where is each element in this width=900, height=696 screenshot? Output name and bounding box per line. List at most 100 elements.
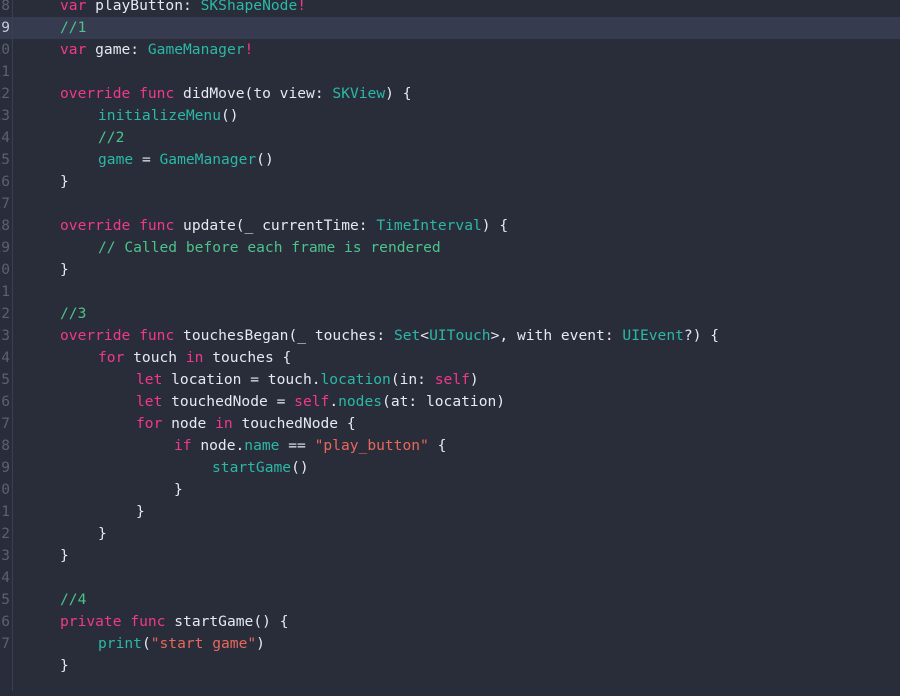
code-token-kw: self [294, 393, 330, 410]
code-line[interactable]: } [0, 479, 900, 501]
code-token-kw: override [60, 217, 131, 234]
code-line[interactable]: //2 [0, 127, 900, 149]
code-token-pl: touch [124, 349, 186, 366]
code-line[interactable] [0, 281, 900, 303]
line-number: 24 [0, 350, 10, 366]
code-token-pl: == [279, 437, 315, 454]
code-token-pl: () [221, 107, 239, 124]
code-token-kw: ! [244, 41, 254, 58]
code-token-pl: } [60, 547, 69, 564]
line-number: 26 [0, 394, 10, 410]
code-line[interactable]: //4 [0, 589, 900, 611]
code-token-kw: private [60, 613, 122, 630]
code-token-kw: var [60, 41, 87, 58]
code-token-kw: override [60, 85, 131, 102]
code-token-pl: update( [174, 217, 245, 234]
line-number: 8 [1, 0, 10, 14]
code-token-kw: func [139, 327, 175, 344]
code-line[interactable]: } [0, 545, 900, 567]
code-token-pl: game: [86, 41, 148, 58]
code-token-kw: let [136, 393, 163, 410]
code-line[interactable]: for touch in touches { [0, 347, 900, 369]
line-number: 34 [0, 570, 10, 586]
code-line[interactable]: game = GameManager() [0, 149, 900, 171]
code-line[interactable]: //3 [0, 303, 900, 325]
code-line[interactable]: override func didMove(to view: SKView) { [0, 83, 900, 105]
code-token-pl: touches: [306, 327, 394, 344]
code-token-pl: ) { [385, 85, 412, 102]
line-number: 37 [0, 636, 10, 652]
line-number: 15 [0, 152, 10, 168]
code-line[interactable]: } [0, 655, 900, 677]
code-token-pl: startGame() { [165, 613, 289, 630]
code-line[interactable]: var playButton: SKShapeNode! [0, 0, 900, 17]
code-line[interactable]: let location = touch.location(in: self) [0, 369, 900, 391]
code-token-pl: node. [191, 437, 245, 454]
line-number: 16 [0, 174, 10, 190]
code-token-pl: playButton: [86, 0, 201, 14]
code-token-kw: self [434, 371, 470, 388]
code-line[interactable]: startGame() [0, 457, 900, 479]
line-number: 35 [0, 592, 10, 608]
code-line[interactable]: if node.name == "play_button" { [0, 435, 900, 457]
code-token-pl: location = touch. [162, 371, 321, 388]
code-token-str: "start game" [150, 635, 257, 652]
code-token-pl: touchedNode = [162, 393, 295, 410]
code-line[interactable]: print("start game") [0, 633, 900, 655]
code-line[interactable]: private func startGame() { [0, 611, 900, 633]
line-number: 13 [0, 108, 10, 124]
code-token-fn: startGame [212, 459, 292, 476]
code-token-pl: () [291, 459, 309, 476]
code-line[interactable] [0, 567, 900, 589]
line-number: 27 [0, 416, 10, 432]
code-line[interactable]: override func touchesBegan(_ touches: Se… [0, 325, 900, 347]
code-token-fn: nodes [338, 393, 383, 410]
code-token-pl: didMove(to view: [174, 85, 333, 102]
code-token-pl: touchesBegan( [174, 327, 298, 344]
code-token-kw: func [139, 217, 175, 234]
code-line[interactable]: var game: GameManager! [0, 39, 900, 61]
code-token-cmt: //2 [98, 129, 125, 146]
code-line[interactable]: initializeMenu() [0, 105, 900, 127]
code-token-pl: } [174, 481, 183, 498]
code-token-kw: override [60, 327, 131, 344]
code-line[interactable]: } [0, 259, 900, 281]
code-token-type: Set [393, 327, 421, 344]
code-token-pl: (in: [390, 371, 435, 388]
code-line[interactable] [0, 61, 900, 83]
line-number: 17 [0, 196, 10, 212]
code-line[interactable]: // Called before each frame is rendered [0, 237, 900, 259]
code-token-pl: { [428, 437, 447, 454]
line-number: 36 [0, 614, 10, 630]
code-token-pl: = [133, 151, 160, 168]
code-line[interactable]: } [0, 501, 900, 523]
code-editor[interactable]: 8 9 10 11 12 13 14 15 16 17 18 19 20 21 22 23 24 25 26 27 28… [0, 0, 900, 696]
code-token-kw: if [174, 437, 192, 454]
code-token-kw: in [215, 415, 233, 432]
code-line[interactable]: } [0, 171, 900, 193]
code-line[interactable]: //1 [0, 17, 900, 39]
code-token-pl: . [329, 393, 339, 410]
code-token-pl: } [136, 503, 145, 520]
code-token-str: "play_button" [314, 437, 429, 454]
code-line[interactable]: for node in touchedNode { [0, 413, 900, 435]
code-line[interactable]: } [0, 523, 900, 545]
line-number: 14 [0, 130, 10, 146]
code-token-kw: for [136, 415, 163, 432]
code-line[interactable]: override func update(_ currentTime: Time… [0, 215, 900, 237]
code-token-pl: ( [141, 635, 151, 652]
code-content[interactable]: var playButton: SKShapeNode! //1 var game:… [0, 0, 900, 691]
code-token-type: TimeInterval [376, 217, 482, 234]
code-line[interactable] [0, 193, 900, 215]
code-token-pl: < [420, 327, 430, 344]
code-line[interactable]: let touchedNode = self.nodes(at: locatio… [0, 391, 900, 413]
code-token-kw: var [60, 0, 87, 14]
line-number: 18 [0, 218, 10, 234]
code-token-type: GameManager [159, 151, 257, 168]
code-token-type: UIEvent [622, 327, 684, 344]
code-token-type: SKShapeNode [200, 0, 298, 14]
code-token-cmt: //3 [60, 305, 87, 322]
